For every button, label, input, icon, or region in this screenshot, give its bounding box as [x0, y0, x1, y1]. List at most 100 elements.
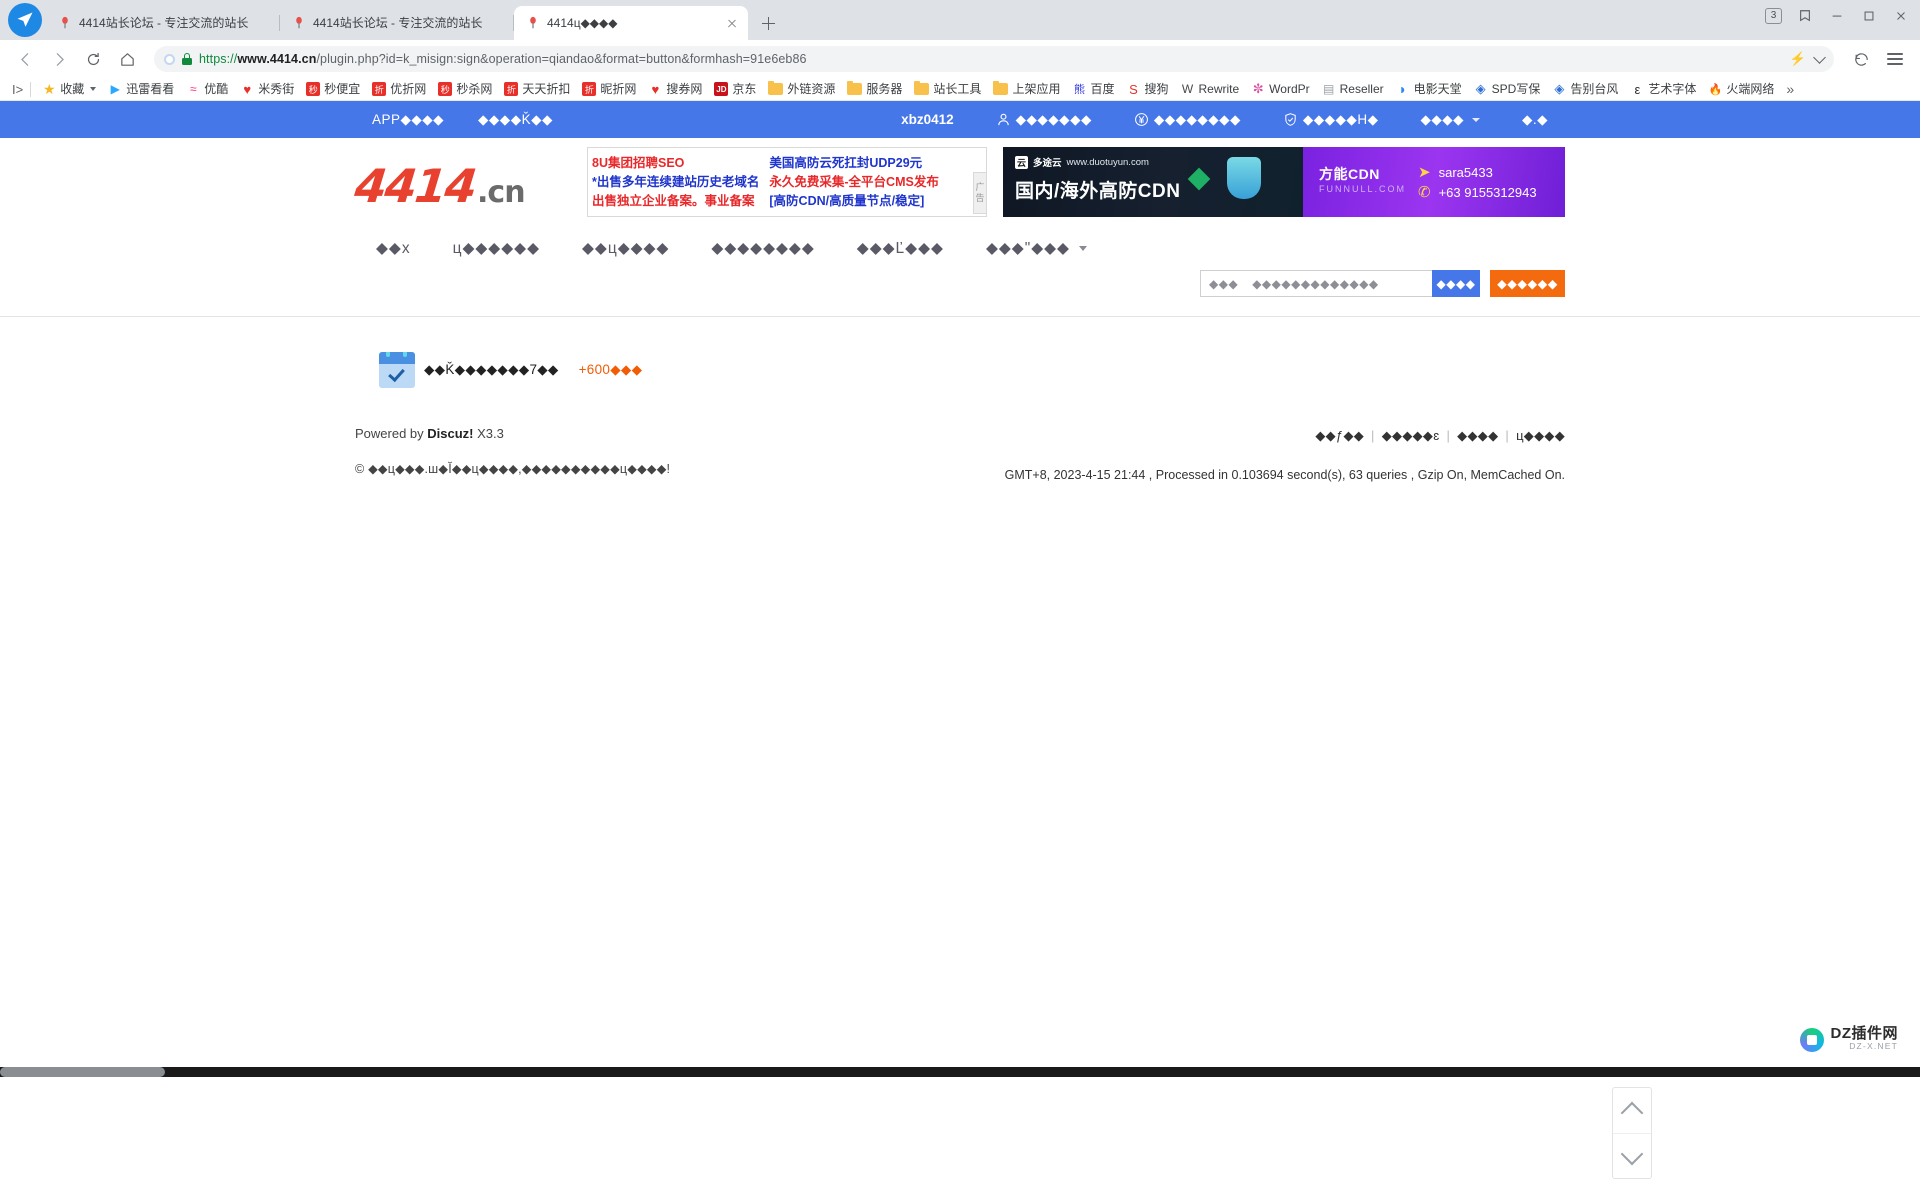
bookmark-item[interactable]: 折天天折扣	[498, 79, 576, 99]
nav-item-home[interactable]: ◆◆x	[355, 239, 432, 258]
lightning-icon[interactable]: ⚡	[1790, 51, 1806, 67]
site-favicon-icon	[296, 16, 302, 29]
bookmark-item[interactable]: 折昵折网	[576, 79, 642, 99]
logo-main-text: 4414	[352, 159, 478, 213]
bookmark-item[interactable]: 站长工具	[908, 79, 987, 99]
topbar-security-link[interactable]: ◆◆◆◆◆H◆	[1283, 112, 1379, 128]
search-button[interactable]: ◆◆◆◆	[1432, 270, 1480, 297]
jd-icon: JD	[714, 82, 729, 96]
address-bar[interactable]: https://www.4414.cn/plugin.php?id=k_misi…	[154, 46, 1834, 72]
bookmark-item[interactable]: 🔥 火端网络	[1702, 79, 1780, 99]
browser-menu-button[interactable]	[1880, 44, 1910, 74]
bookmark-item[interactable]: ε 艺术字体	[1624, 79, 1702, 99]
search-input[interactable]: ◆◆◆ ◆◆◆◆◆◆◆◆◆◆◆◆◆	[1200, 270, 1432, 297]
scroll-down-button[interactable]	[1613, 1133, 1651, 1178]
bookmark-item[interactable]: 秒秒杀网	[432, 79, 498, 99]
tab-count-badge[interactable]: 3	[1765, 8, 1782, 24]
history-back-icon[interactable]	[1846, 44, 1876, 74]
bookmark-item[interactable]: ★ 收藏	[36, 79, 102, 99]
bookmark-item[interactable]: ◈ SPD写保	[1468, 79, 1547, 99]
scrollbar-thumb[interactable]	[0, 1067, 165, 1077]
browser-tab[interactable]: 4414站长论坛 - 专注交流的站长	[46, 6, 280, 40]
omnibox-actions: ⚡	[1790, 51, 1826, 67]
sign-in-result-panel: ◆◆Ǩ◆◆◆◆◆◆◆7◆◆ +600◆◆◆ ◆◆ƒ◆◆ | ◆◆◆◆◆ɛ | ◆◆◆◆ |…	[355, 317, 1565, 482]
collections-icon[interactable]	[1790, 2, 1820, 30]
browser-tab-active[interactable]: 4414ц◆◆◆◆	[514, 6, 748, 40]
home-button[interactable]	[112, 44, 142, 74]
url-host: www.4414.cn	[237, 52, 317, 66]
bookmark-item[interactable]: 熊百度	[1066, 79, 1120, 99]
bookmark-item[interactable]: 上架应用	[987, 79, 1066, 99]
bookmark-label: 优折网	[390, 82, 427, 96]
bookmark-label: 米秀街	[258, 82, 295, 96]
username-text: xbz0412	[901, 112, 954, 127]
page-content: APP◆◆◆◆ ◆◆◆◆Ǩ◆◆ xbz0412 ◆◆◆◆◆◆◆ ◆◆◆◆◆◆◆◆…	[0, 101, 1920, 1179]
maximize-button[interactable]	[1854, 2, 1884, 30]
bookmark-item[interactable]: ◗ 电影天堂	[1390, 79, 1468, 99]
bookmark-item[interactable]: ♥ 米秀街	[234, 79, 300, 99]
bookmark-item[interactable]: JD 京东	[708, 79, 762, 99]
nav-item-5[interactable]: ◆◆◆Ľ◆◆◆	[836, 239, 965, 258]
close-window-button[interactable]	[1886, 2, 1916, 30]
close-icon[interactable]	[724, 15, 740, 31]
url-path: /plugin.php?id=k_misign:sign&operation=q…	[316, 52, 807, 66]
bookmark-item[interactable]: 服务器	[841, 79, 908, 99]
bookmark-item[interactable]: W Rewrite	[1174, 79, 1245, 99]
bookmark-item[interactable]: ✼ WordPr	[1245, 79, 1315, 99]
browser-logo-icon[interactable]	[8, 3, 42, 37]
bookmark-item[interactable]: ▶ 迅雷看看	[102, 79, 180, 99]
nav-item-2[interactable]: ц◆◆◆◆◆◆	[432, 239, 561, 258]
cdn-banner-advertisement[interactable]: 云 多途云 www.duotuyun.com 国内/海外高防CDN 方能CDN …	[1003, 147, 1565, 217]
bookmark-manager-icon[interactable]: I>	[6, 79, 25, 99]
minimize-button[interactable]	[1822, 2, 1852, 30]
chevron-down-icon	[1078, 245, 1087, 251]
powered-brand[interactable]: Discuz!	[427, 426, 473, 441]
chevron-down-icon[interactable]	[1813, 51, 1826, 64]
bookmark-label: 秒杀网	[456, 82, 493, 96]
scroll-up-button[interactable]	[1613, 1088, 1651, 1133]
bookmark-item[interactable]: 秒秒便宜	[300, 79, 366, 99]
forward-button[interactable]	[44, 44, 74, 74]
bookmark-item[interactable]: ≈ 优酷	[180, 79, 234, 99]
topbar-last-link[interactable]: ◆.◆	[1522, 112, 1548, 128]
horizontal-scrollbar[interactable]	[0, 1067, 1920, 1077]
page-info-icon[interactable]	[164, 53, 175, 65]
browser-tab[interactable]: 4414站长论坛 - 专注交流的站长	[280, 6, 514, 40]
bookmark-label: WordPr	[1269, 82, 1310, 96]
bookmark-item[interactable]: 折优折网	[366, 79, 432, 99]
calendar-pin	[403, 352, 407, 357]
bookmark-label: SPD写保	[1491, 82, 1541, 96]
topbar-secondary-link[interactable]: ◆◆◆◆Ǩ◆◆	[478, 112, 553, 128]
bookmark-label: 收藏	[60, 82, 85, 96]
cdn-contact-phone-row: ✆ +63 9155312943	[1418, 183, 1537, 201]
bookmark-item[interactable]: S 搜狗	[1120, 79, 1174, 99]
cdn-contact-block: ➤ sara5433 ✆ +63 9155312943	[1418, 161, 1537, 203]
bookmark-item[interactable]: 外链资源	[762, 79, 841, 99]
bookmark-item[interactable]: ♥ 搜券网	[642, 79, 708, 99]
site-logo[interactable]: 4414 .cn	[352, 159, 560, 213]
zhe-icon: 折	[372, 82, 387, 96]
new-tab-button[interactable]	[754, 9, 782, 37]
bookmark-item[interactable]: ▤ Reseller	[1316, 79, 1390, 99]
duotuyun-logo-icon: 云	[1015, 155, 1028, 169]
new-post-button[interactable]: ◆◆◆◆◆◆	[1490, 270, 1565, 297]
reload-button[interactable]	[78, 44, 108, 74]
topbar-credits-link[interactable]: ◆◆◆◆◆◆◆◆	[1134, 112, 1241, 128]
bookmark-label: Rewrite	[1198, 82, 1240, 96]
back-button[interactable]	[10, 44, 40, 74]
topbar-username[interactable]: xbz0412	[901, 112, 954, 127]
topbar-app-link[interactable]: APP◆◆◆◆	[372, 112, 444, 128]
nav-item-3[interactable]: ◆◆ц◆◆◆◆	[561, 239, 690, 258]
chevron-down-icon[interactable]	[90, 87, 97, 91]
text-advertisement[interactable]: 8U集团招聘SEO *出售多年连续建站历史老域名 出售独立企业备案。事业备案 美…	[587, 147, 987, 217]
bookmarks-overflow-button[interactable]: »	[1780, 81, 1800, 97]
site-favicon-icon	[530, 16, 536, 29]
topbar-dropdown[interactable]: ◆◆◆◆	[1420, 112, 1480, 128]
bookmark-label: 上架应用	[1012, 82, 1061, 96]
topbar-profile-link[interactable]: ◆◆◆◆◆◆◆	[996, 112, 1092, 128]
nav-item-6[interactable]: ◆◆◆"◆◆◆	[965, 239, 1108, 258]
bookmark-item[interactable]: ◈ 告别台风	[1546, 79, 1624, 99]
funnull-brand: 方能CDN FUNNULL.COM	[1319, 167, 1406, 197]
heart-icon: ♥	[651, 81, 660, 97]
nav-item-4[interactable]: ◆◆◆◆◆◆◆◆	[690, 239, 835, 258]
